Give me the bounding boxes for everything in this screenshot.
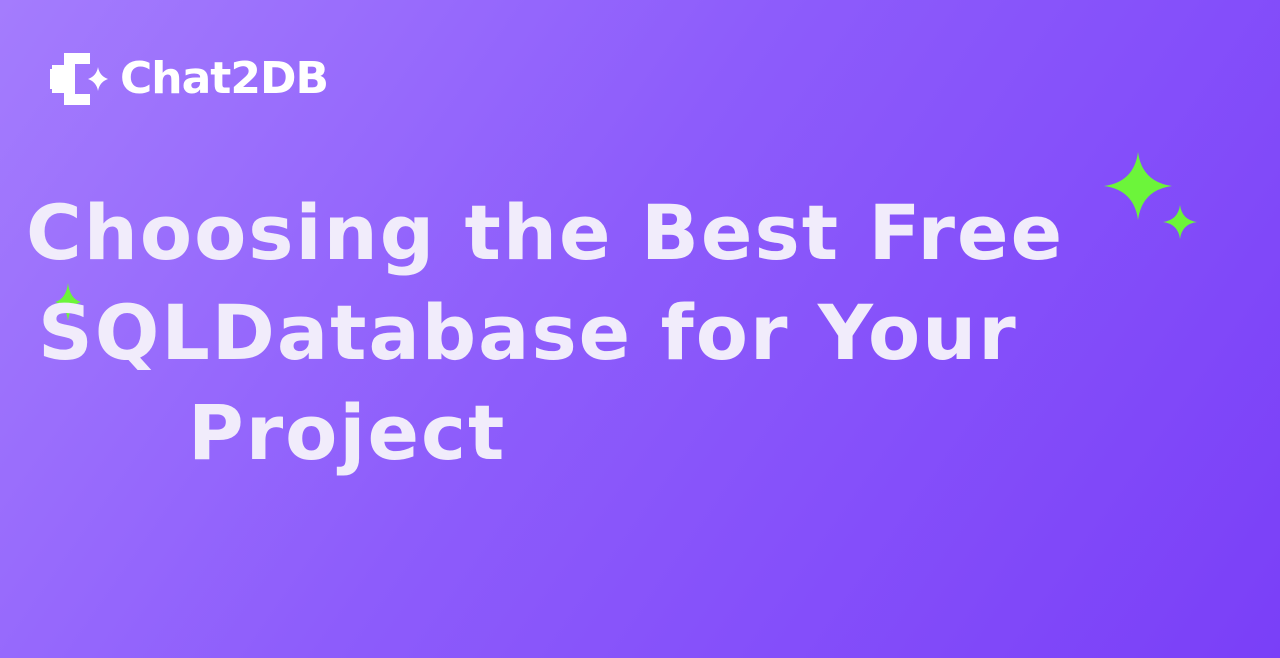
chat2db-logo-icon (50, 53, 108, 105)
headline-line-3: Project (188, 388, 507, 477)
sparkle-icon (1163, 205, 1197, 239)
headline-line-1: Choosing the Best Free (26, 188, 1065, 277)
headline: Choosing the Best Free SQLDatabase for Y… (18, 183, 1168, 483)
brand-logo: Chat2DB (50, 53, 329, 105)
headline-line-2: SQLDatabase for Your (38, 288, 1018, 377)
brand-name: Chat2DB (120, 53, 329, 104)
